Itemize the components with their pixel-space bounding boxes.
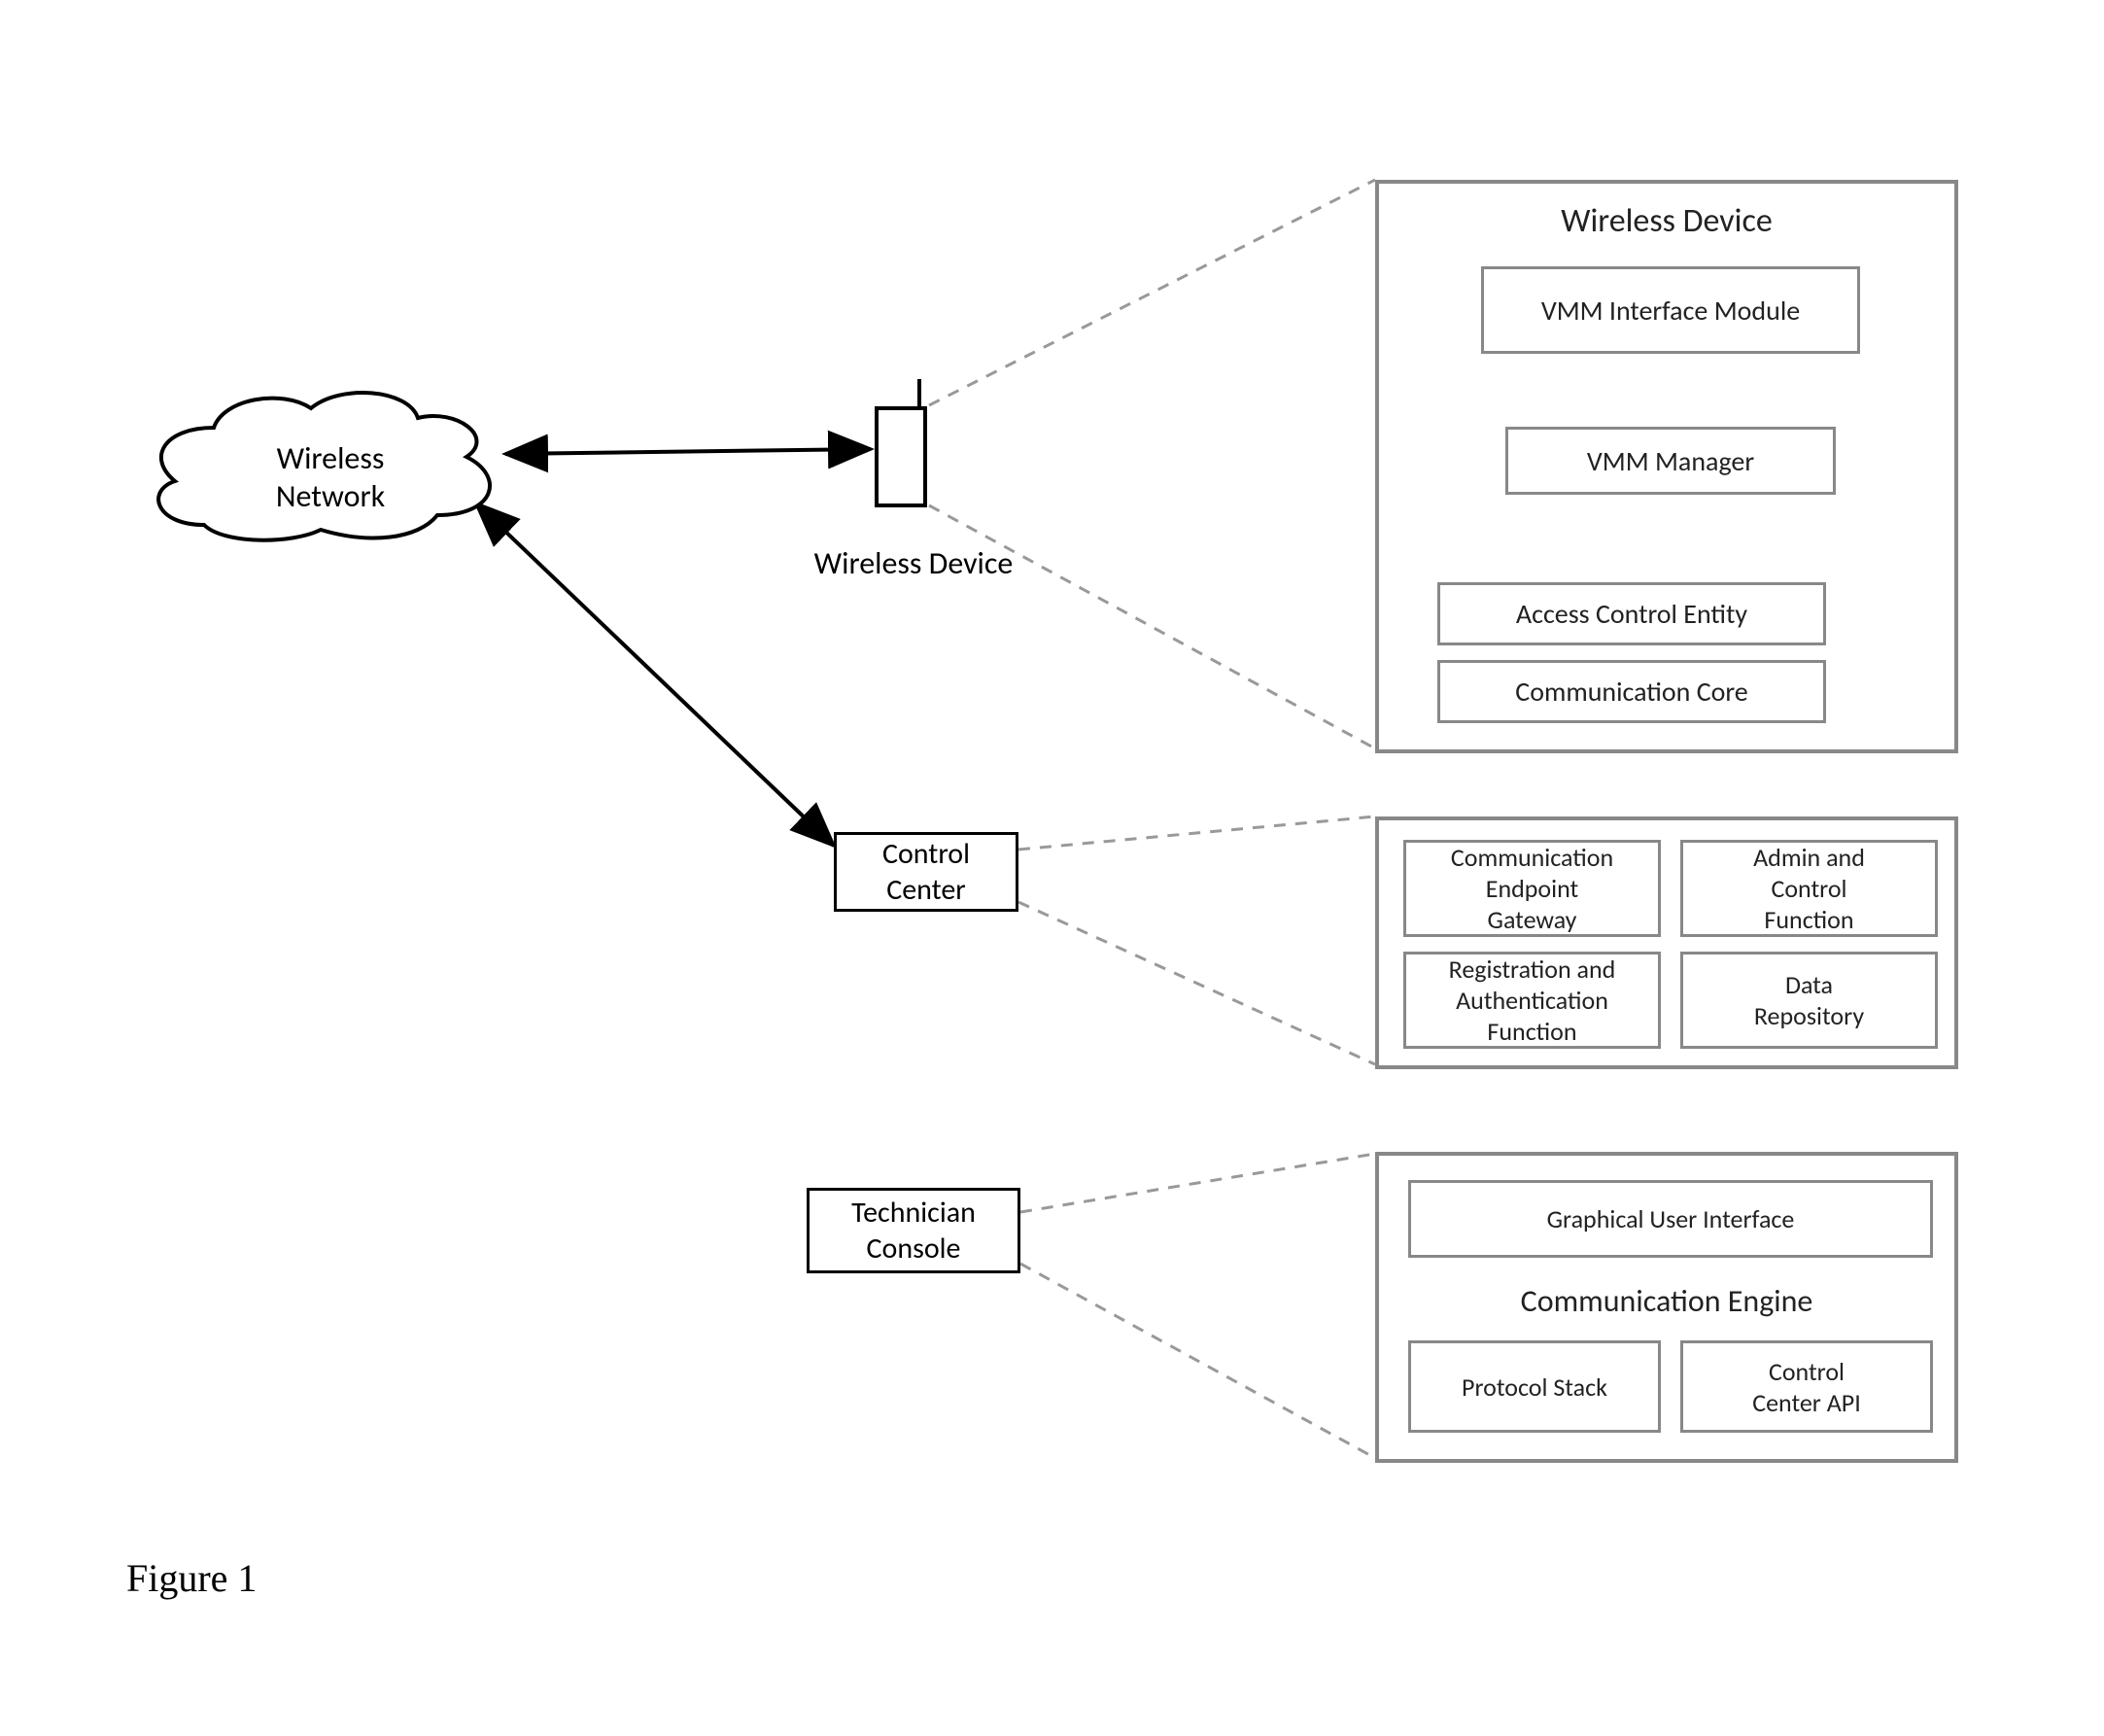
wireless-device-icon [871, 379, 939, 515]
control-center-panel: Communication Endpoint Gateway Admin and… [1375, 816, 1958, 1069]
communication-core-box: Communication Core [1437, 660, 1826, 723]
figure-caption: Figure 1 [126, 1555, 257, 1601]
access-control-box: Access Control Entity [1437, 582, 1826, 645]
reg-auth-box: Registration and Authentication Function [1403, 952, 1661, 1049]
wireless-device-panel: Wireless Device VMM Interface Module VMM… [1375, 180, 1958, 753]
admin-control-box: Admin and Control Function [1680, 840, 1938, 937]
protocol-stack-box: Protocol Stack [1408, 1340, 1661, 1433]
technician-console-panel: Graphical User Interface Communication E… [1375, 1152, 1958, 1463]
data-repo-box: Data Repository [1680, 952, 1938, 1049]
control-center-api-box: Control Center API [1680, 1340, 1933, 1433]
control-center-node: Control Center [834, 832, 1018, 912]
technician-console-node: Technician Console [807, 1188, 1020, 1273]
wireless-device-panel-title: Wireless Device [1379, 201, 1954, 241]
vmm-interface-box: VMM Interface Module [1481, 266, 1860, 354]
vmm-manager-box: VMM Manager [1505, 427, 1836, 495]
gui-box: Graphical User Interface [1408, 1180, 1933, 1258]
wireless-device-caption: Wireless Device [777, 544, 1050, 582]
comm-endpoint-gateway-box: Communication Endpoint Gateway [1403, 840, 1661, 937]
comm-engine-title: Communication Engine [1379, 1282, 1954, 1320]
wireless-network-cloud: Wireless Network [238, 439, 423, 515]
